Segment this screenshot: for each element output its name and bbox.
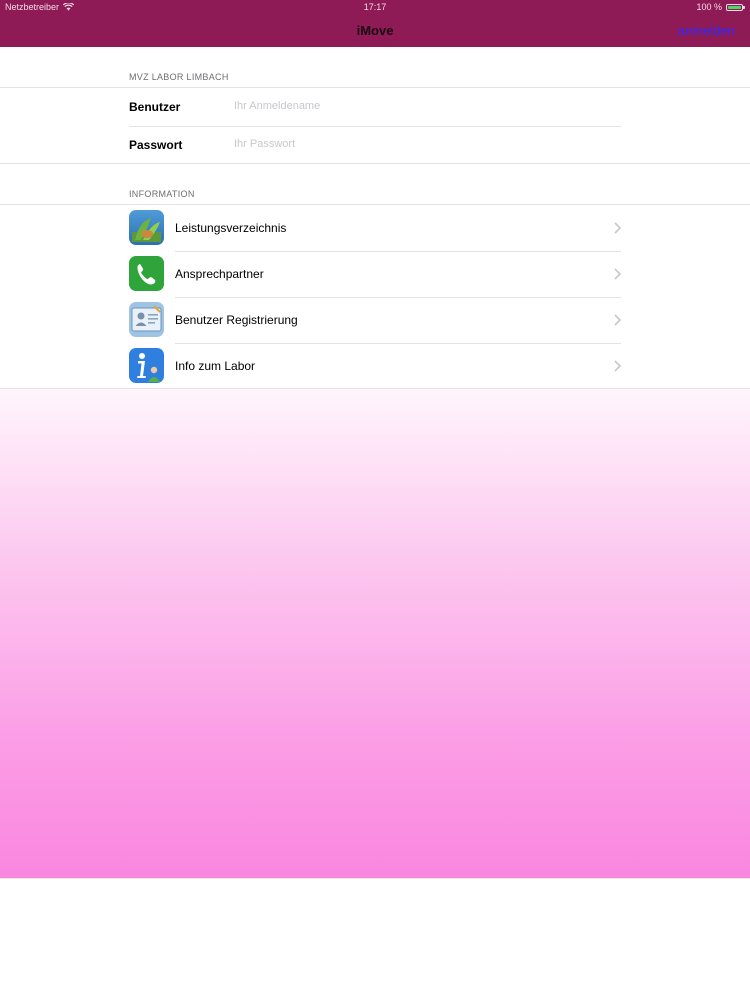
list-item-label: Info zum Labor (175, 359, 256, 373)
page-title: iMove (356, 23, 394, 38)
username-label: Benutzer (129, 100, 181, 114)
chevron-right-icon (614, 268, 622, 280)
login-button[interactable]: anmelden (678, 23, 735, 38)
leaf-book-icon (129, 210, 164, 245)
list-item-info-zum-labor[interactable]: Info zum Labor (0, 343, 750, 389)
list-item-label: Benutzer Registrierung (175, 313, 298, 327)
list-item-benutzer-registrierung[interactable]: Benutzer Registrierung (0, 297, 750, 343)
chevron-right-icon (614, 314, 622, 326)
chevron-right-icon (614, 222, 622, 234)
background-gradient (0, 389, 750, 878)
list-item-label: Ansprechpartner (175, 267, 264, 281)
status-time: 17:17 (363, 2, 387, 12)
status-battery: 100 % (696, 2, 745, 12)
username-row: Benutzer (129, 88, 621, 126)
password-label: Passwort (129, 138, 183, 152)
list-item-label: Leistungsverzeichnis (175, 221, 287, 235)
password-row: Passwort (129, 126, 621, 164)
status-bar: Netzbetreiber 17:17 100 % (0, 0, 750, 14)
navigation-bar: Netzbetreiber 17:17 100 % iMove anmelden (0, 0, 750, 47)
phone-icon (129, 256, 164, 291)
list-item-leistungsverzeichnis[interactable]: Leistungsverzeichnis (0, 205, 750, 251)
info-person-icon (129, 348, 164, 383)
battery-icon (726, 3, 745, 11)
list-item-ansprechpartner[interactable]: Ansprechpartner (0, 251, 750, 297)
login-form: Benutzer Passwort (0, 87, 750, 164)
information-list: Leistungsverzeichnis Ansprechpartner Ben… (0, 204, 750, 389)
section-header-information: INFORMATION (129, 189, 195, 199)
bottom-divider (0, 878, 750, 879)
chevron-right-icon (614, 360, 622, 372)
id-card-icon (129, 302, 164, 337)
username-input[interactable] (234, 96, 614, 116)
section-header-login: MVZ LABOR LIMBACH (129, 72, 229, 82)
password-input[interactable] (234, 134, 614, 154)
battery-percent: 100 % (696, 2, 722, 12)
